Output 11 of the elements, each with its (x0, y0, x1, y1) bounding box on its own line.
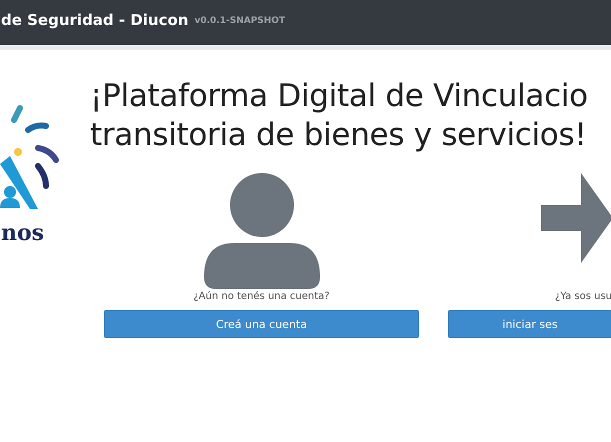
heading-line: transitoria de bienes y servicios! (90, 116, 586, 155)
logo-text: nos (1, 220, 46, 246)
question-text: ¿Ya sos usu (555, 291, 611, 302)
question-text: ¿Aún no tenés una cuenta? (193, 291, 330, 302)
user-icon (204, 173, 320, 289)
heading-line: ¡Plataforma Digital de Vinculacio (90, 77, 588, 116)
version-label: v0.0.1-SNAPSHOT (194, 16, 286, 26)
app-title[interactable]: de Seguridad - Diucon (1, 10, 188, 28)
login-button[interactable]: iniciar ses (448, 310, 611, 338)
arrow-right-icon (541, 173, 611, 263)
register-button[interactable]: Creá una cuenta (104, 310, 419, 338)
